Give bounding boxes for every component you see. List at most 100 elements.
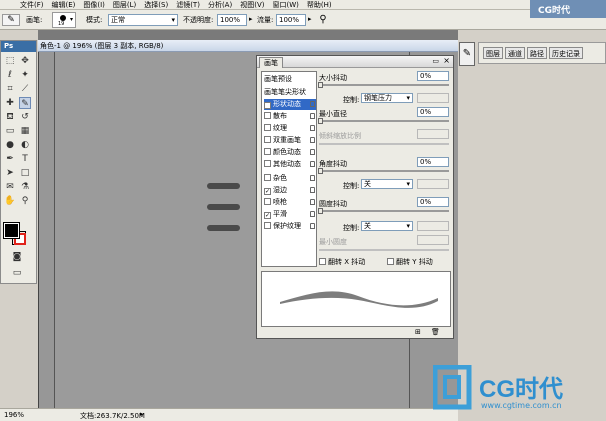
menu-item[interactable]: 图层(L): [109, 0, 140, 10]
checkbox-icon[interactable]: [264, 124, 271, 131]
brush-picker[interactable]: 19 ▾: [52, 12, 76, 28]
brush-panel-titlebar[interactable]: 画笔 ▭ ×: [257, 56, 453, 68]
menu-item[interactable]: 帮助(H): [303, 0, 336, 10]
roundness-jitter-slider[interactable]: [318, 208, 449, 214]
list-item-airbrush[interactable]: 喷枪: [264, 197, 316, 208]
list-item-wet-edges[interactable]: ✓ 湿边: [264, 185, 316, 196]
list-item-brush-presets[interactable]: 画笔预设: [264, 74, 316, 85]
checkbox-icon[interactable]: [264, 222, 271, 229]
healing-brush-icon[interactable]: ✚: [4, 97, 16, 109]
menu-item[interactable]: 选择(S): [140, 0, 172, 10]
lock-icon[interactable]: [310, 187, 315, 193]
menu-item[interactable]: 文件(F): [0, 0, 48, 10]
chevron-right-icon[interactable]: ▸: [308, 15, 312, 23]
list-item-other-dynamics[interactable]: 其他动态: [264, 159, 316, 170]
list-item-texture[interactable]: 纹理: [264, 123, 316, 134]
brush-tool-icon[interactable]: ✎: [19, 97, 31, 109]
roundness-control-select[interactable]: 关: [361, 221, 413, 231]
menu-item[interactable]: 视图(V): [236, 0, 268, 10]
minimize-icon[interactable]: ▭: [432, 57, 439, 65]
checkbox-icon[interactable]: ✓: [264, 102, 271, 109]
min-diameter-slider[interactable]: [318, 118, 449, 124]
trash-icon[interactable]: 🗑: [431, 328, 440, 336]
slider-thumb[interactable]: [318, 82, 323, 88]
min-diameter-input[interactable]: 0%: [417, 107, 449, 117]
zoom-tool-icon[interactable]: ⚲: [19, 195, 31, 207]
lock-icon[interactable]: [310, 113, 315, 119]
eyedropper-icon[interactable]: ⚗: [19, 181, 31, 193]
tab-history[interactable]: 历史记录: [549, 47, 583, 59]
close-icon[interactable]: ×: [443, 56, 450, 65]
clone-stamp-icon[interactable]: ⛾: [4, 111, 16, 123]
lock-icon[interactable]: [310, 223, 315, 229]
list-item-noise[interactable]: 杂色: [264, 173, 316, 184]
list-item-scattering[interactable]: 散布: [264, 111, 316, 122]
opacity-input[interactable]: 100%: [217, 14, 247, 26]
brushes-dock-icon[interactable]: ✎: [459, 42, 475, 66]
angle-control-select[interactable]: 关: [361, 179, 413, 189]
checkbox-icon[interactable]: [319, 258, 326, 265]
eraser-tool-icon[interactable]: ▭: [4, 125, 16, 137]
hand-tool-icon[interactable]: ✋: [4, 195, 16, 207]
menu-item[interactable]: 分析(A): [204, 0, 236, 10]
checkbox-icon[interactable]: [264, 112, 271, 119]
checkbox-icon[interactable]: [264, 136, 271, 143]
menu-item[interactable]: 编辑(E): [48, 0, 80, 10]
mode-select[interactable]: 正常: [108, 14, 178, 26]
tab-paths[interactable]: 路径: [527, 47, 547, 59]
lock-icon[interactable]: [310, 137, 315, 143]
tab-layers[interactable]: 图层: [483, 47, 503, 59]
marquee-tool-icon[interactable]: ⬚: [4, 55, 16, 67]
size-jitter-slider[interactable]: [318, 82, 449, 88]
pen-tool-icon[interactable]: ✒: [4, 153, 16, 165]
new-preset-icon[interactable]: ⊞: [415, 328, 421, 336]
blur-tool-icon[interactable]: ●: [4, 139, 16, 151]
list-item-shape-dynamics[interactable]: ✓ 形状动态: [264, 99, 316, 110]
airbrush-icon[interactable]: ⚲: [316, 13, 330, 27]
quick-mask-icon[interactable]: ◙: [11, 251, 23, 263]
slice-tool-icon[interactable]: ⟋: [19, 83, 31, 95]
size-control-select[interactable]: 钢笔压力: [361, 93, 413, 103]
lock-icon[interactable]: [310, 175, 315, 181]
flow-input[interactable]: 100%: [276, 14, 306, 26]
checkbox-icon[interactable]: [264, 174, 271, 181]
brush-tool-preset-icon[interactable]: ✎: [2, 14, 20, 26]
tab-channels[interactable]: 通道: [505, 47, 525, 59]
zoom-level[interactable]: 196%: [4, 411, 24, 419]
lock-icon[interactable]: [310, 211, 315, 217]
roundness-jitter-input[interactable]: 0%: [417, 197, 449, 207]
tab-brushes[interactable]: 画笔: [259, 57, 283, 68]
screen-mode-icon[interactable]: ▭: [11, 267, 23, 279]
checkbox-icon[interactable]: [264, 148, 271, 155]
slider-thumb[interactable]: [318, 208, 323, 214]
crop-tool-icon[interactable]: ⌗: [4, 83, 16, 95]
magic-wand-icon[interactable]: ✦: [19, 69, 31, 81]
list-item-color-dynamics[interactable]: 颜色动态: [264, 147, 316, 158]
menu-item[interactable]: 图像(I): [79, 0, 109, 10]
lock-icon[interactable]: [310, 161, 315, 167]
angle-jitter-input[interactable]: 0%: [417, 157, 449, 167]
history-brush-icon[interactable]: ↺: [19, 111, 31, 123]
list-item-tip-shape[interactable]: 画笔笔尖形状: [264, 87, 316, 98]
shape-tool-icon[interactable]: □: [19, 167, 31, 179]
type-tool-icon[interactable]: T: [19, 153, 31, 165]
foreground-color-swatch[interactable]: [3, 222, 20, 239]
lock-icon[interactable]: [310, 125, 315, 131]
checkbox-icon[interactable]: [387, 258, 394, 265]
list-item-protect-texture[interactable]: 保护纹理: [264, 221, 316, 232]
size-jitter-input[interactable]: 0%: [417, 71, 449, 81]
checkbox-icon[interactable]: [264, 198, 271, 205]
list-item-dual-brush[interactable]: 双重画笔: [264, 135, 316, 146]
menu-item[interactable]: 滤镜(T): [172, 0, 204, 10]
slider-thumb[interactable]: [318, 168, 323, 174]
lock-icon[interactable]: [310, 199, 315, 205]
checkbox-icon[interactable]: ✓: [264, 188, 271, 195]
checkbox-icon[interactable]: ✓: [264, 212, 271, 219]
chevron-right-icon[interactable]: ▸: [249, 15, 253, 23]
menu-item[interactable]: 窗口(W): [268, 0, 302, 10]
angle-jitter-slider[interactable]: [318, 168, 449, 174]
move-tool-icon[interactable]: ✥: [19, 55, 31, 67]
flip-y-option[interactable]: 翻转 Y 抖动: [387, 257, 433, 267]
chevron-right-icon[interactable]: ▸: [140, 410, 144, 418]
slider-thumb[interactable]: [318, 118, 323, 124]
